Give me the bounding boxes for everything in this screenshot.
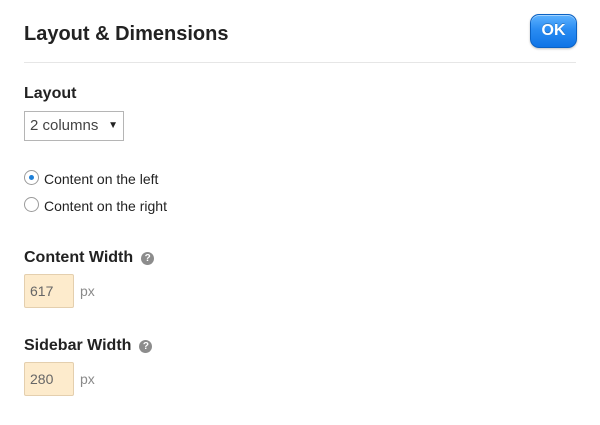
radio-dot <box>29 175 34 180</box>
layout-select-value: 2 columns <box>30 117 99 134</box>
question-circle-icon[interactable]: ? <box>141 252 155 265</box>
sidebar-width-label: Sidebar Width? <box>24 336 153 356</box>
layout-dimensions-panel: Layout & Dimensions OK Layout 2 columns … <box>0 0 600 425</box>
question-circle-icon[interactable]: ? <box>139 340 153 353</box>
radio-button-unchecked[interactable] <box>24 197 39 212</box>
content-width-input[interactable] <box>24 274 74 308</box>
panel-title: Layout & Dimensions <box>24 23 229 45</box>
header-divider <box>24 62 576 63</box>
radio-label-content-left: Content on the left <box>44 171 159 187</box>
content-width-unit: px <box>80 283 95 299</box>
radio-label-content-right: Content on the right <box>44 198 167 214</box>
chevron-down-icon: ▼ <box>108 120 118 131</box>
sidebar-width-unit: px <box>80 371 95 387</box>
ok-button[interactable]: OK <box>530 14 577 48</box>
layout-select[interactable]: 2 columns ▼ <box>24 111 124 141</box>
content-width-label-text: Content Width <box>24 249 134 266</box>
radio-button-checked[interactable] <box>24 170 39 185</box>
panel-header: Layout & Dimensions OK <box>0 0 600 64</box>
sidebar-width-label-text: Sidebar Width <box>24 337 132 354</box>
sidebar-width-input[interactable] <box>24 362 74 396</box>
content-width-label: Content Width? <box>24 248 155 268</box>
layout-label: Layout <box>24 85 77 102</box>
